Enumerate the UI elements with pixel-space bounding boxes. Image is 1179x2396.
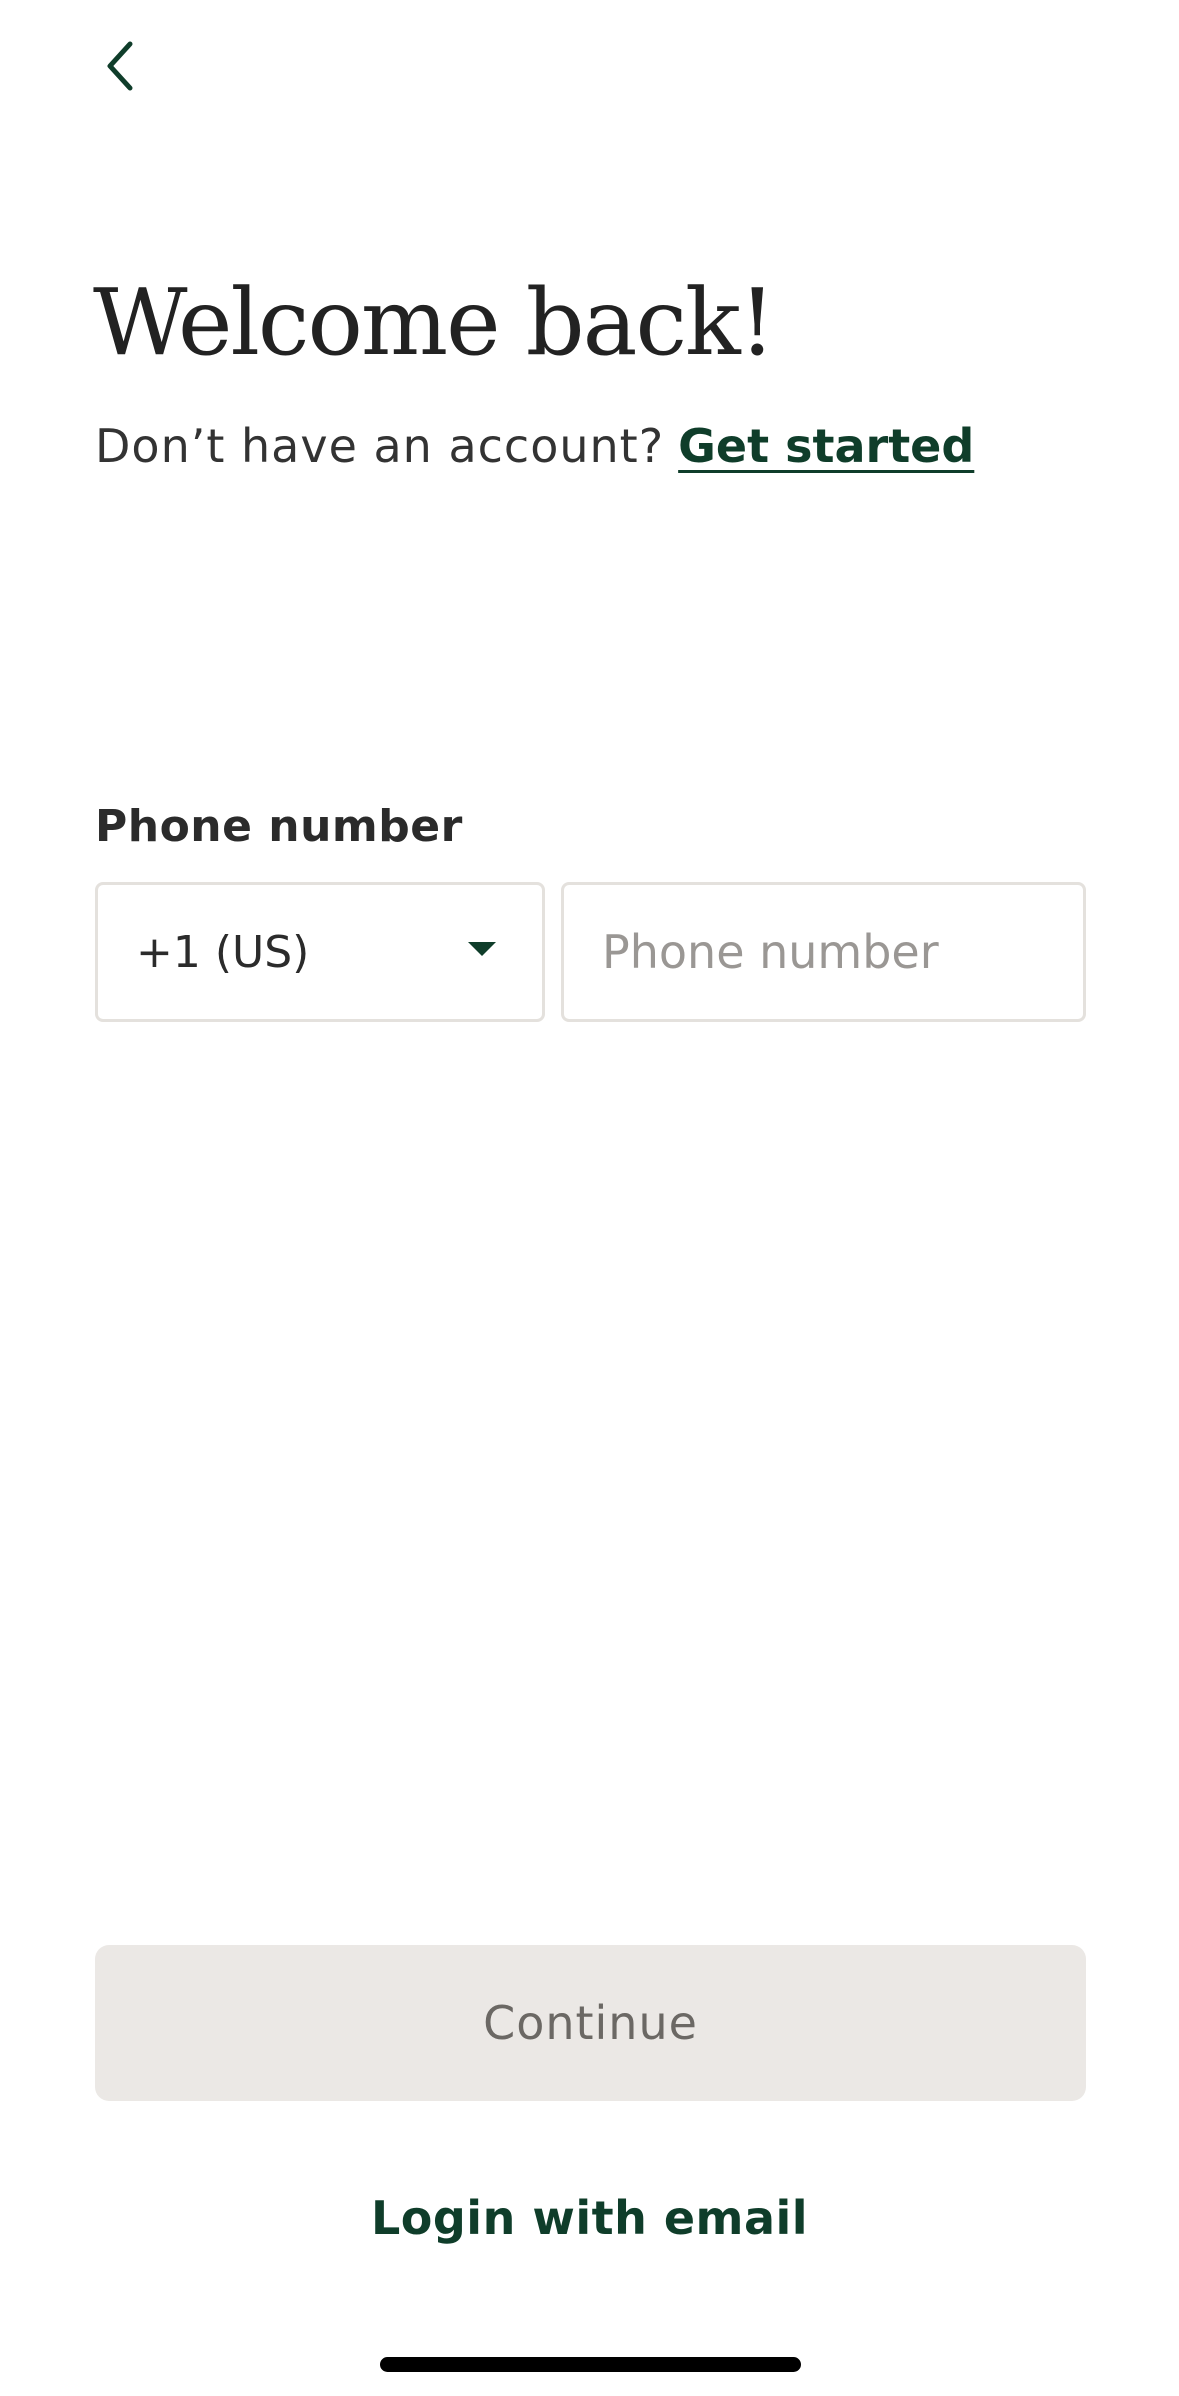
phone-number-input[interactable] <box>561 882 1086 1022</box>
back-button[interactable] <box>88 36 152 100</box>
login-with-email-link[interactable]: Login with email <box>0 2186 1179 2250</box>
continue-button[interactable]: Continue <box>95 1945 1086 2101</box>
caret-down-icon <box>468 942 496 962</box>
chevron-left-icon <box>100 38 140 98</box>
page-title: Welcome back! <box>93 269 776 376</box>
home-indicator <box>380 2357 801 2372</box>
country-code-value: +1 (US) <box>136 926 310 978</box>
phone-number-label: Phone number <box>95 801 463 852</box>
country-code-select[interactable]: +1 (US) <box>95 882 545 1022</box>
signup-prompt-text: Don’t have an account? <box>95 419 665 473</box>
get-started-link[interactable]: Get started <box>678 419 974 473</box>
signup-prompt-row: Don’t have an account? Get started <box>95 414 974 478</box>
